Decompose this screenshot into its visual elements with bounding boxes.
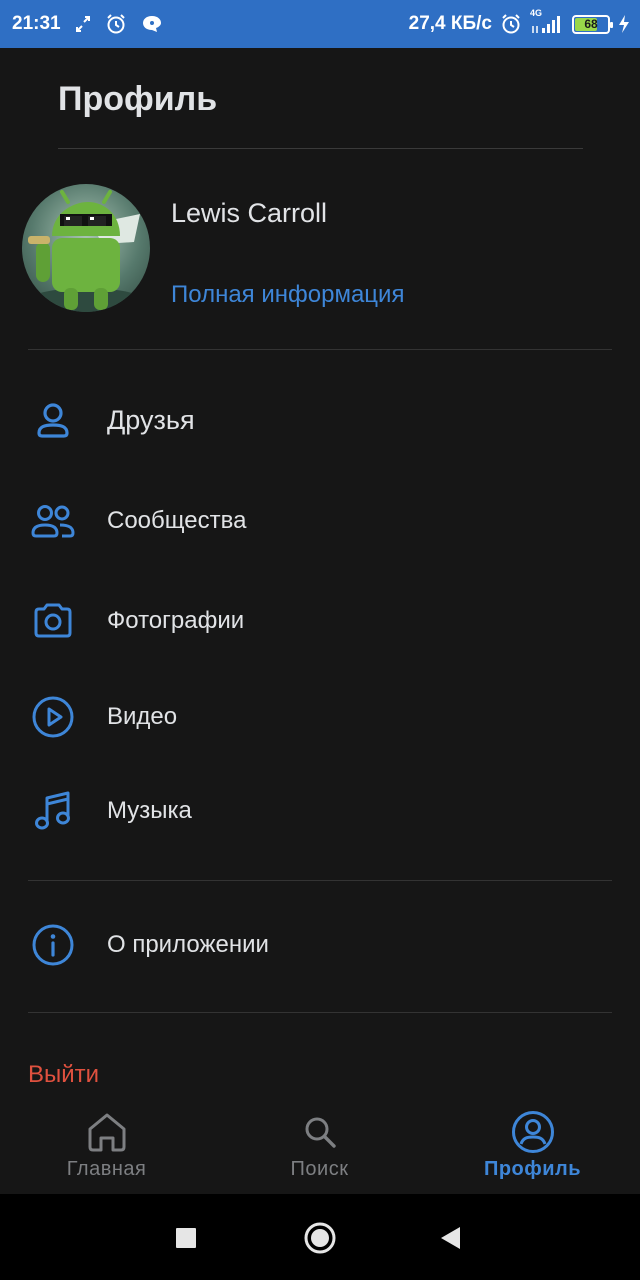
divider [28, 349, 612, 350]
alarm-icon [105, 13, 127, 35]
logout-button[interactable]: Выйти [28, 1061, 99, 1089]
triangle-back-icon [441, 1227, 460, 1249]
user-name: Lewis Carroll [171, 198, 328, 228]
status-time: 21:31 [12, 13, 61, 34]
menu-item-label: О приложении [107, 931, 269, 958]
charging-icon [618, 14, 630, 34]
music-note-icon [30, 788, 76, 834]
info-icon [30, 922, 76, 968]
tab-profile[interactable]: Профиль [426, 1100, 639, 1194]
alarm-icon [500, 13, 522, 35]
tab-search[interactable]: Поиск [213, 1100, 426, 1194]
page-title: Профиль [58, 80, 218, 118]
chat-bubble-icon [141, 14, 163, 34]
android-mascot-image [26, 190, 146, 312]
home-button[interactable] [300, 1218, 340, 1258]
divider [28, 880, 612, 881]
tab-label: Главная [66, 1158, 147, 1180]
avatar[interactable] [22, 184, 150, 312]
tab-label: Профиль [483, 1158, 582, 1180]
bottom-nav: Главная Поиск Профиль [0, 1100, 640, 1194]
menu-item-label: Видео [107, 703, 178, 730]
battery-icon: 68 [572, 14, 613, 34]
menu-item-photos[interactable]: Фотографии [0, 581, 640, 661]
back-button[interactable] [430, 1218, 470, 1258]
rotate-icon [75, 15, 91, 33]
divider [28, 1012, 612, 1013]
tab-home[interactable]: Главная [0, 1100, 213, 1194]
full-info-link[interactable]: Полная информация [171, 281, 404, 309]
menu-item-friends[interactable]: Друзья [0, 380, 640, 460]
play-circle-icon [30, 694, 76, 740]
profile-icon [511, 1110, 555, 1154]
system-navigation-bar [0, 1194, 640, 1280]
circle-icon [304, 1222, 336, 1254]
camera-icon [30, 598, 76, 644]
tab-label: Поиск [290, 1158, 349, 1180]
network-speed: 27,4 КБ/с [408, 13, 492, 34]
square-icon [176, 1228, 196, 1248]
home-icon [85, 1110, 129, 1154]
status-bar: 21:31 27,4 КБ/с 4G 68 [0, 0, 640, 48]
menu-item-music[interactable]: Музыка [0, 771, 640, 851]
network-type: 4G [530, 8, 543, 18]
person-icon [30, 397, 76, 443]
battery-percent: 68 [584, 17, 598, 31]
menu-item-communities[interactable]: Сообщества [0, 481, 640, 561]
signal-icon: 4G [530, 8, 564, 34]
menu-item-about[interactable]: О приложении [0, 905, 640, 985]
people-icon [30, 498, 76, 544]
menu-item-label: Музыка [107, 797, 192, 824]
title-divider [58, 148, 583, 149]
search-icon [298, 1110, 342, 1154]
menu-item-label: Сообщества [107, 507, 247, 534]
recents-button[interactable] [166, 1218, 206, 1258]
menu-item-label: Друзья [107, 404, 195, 435]
menu-item-video[interactable]: Видео [0, 677, 640, 757]
menu-item-label: Фотографии [107, 607, 245, 634]
